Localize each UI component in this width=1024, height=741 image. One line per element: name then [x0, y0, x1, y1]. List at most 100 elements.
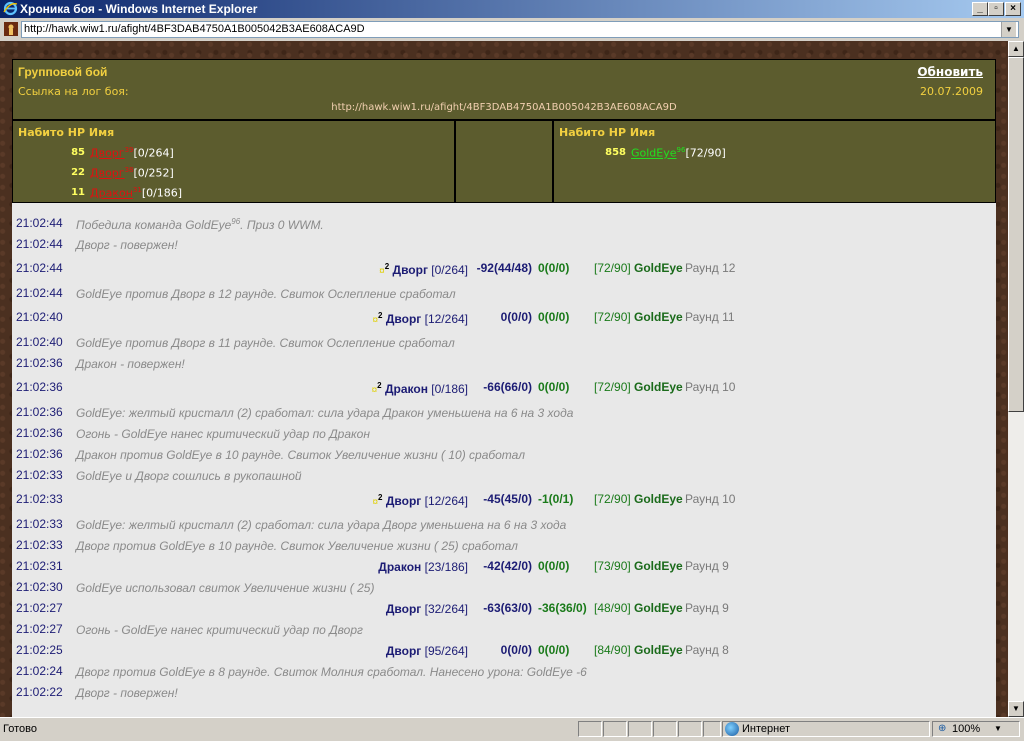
log-row: 21:02:33 Дворг против GoldEye в 10 раунде… [12, 535, 996, 555]
log-message: Дракон - повержен! [76, 357, 185, 371]
battle-type-title: Групповой бой [18, 65, 108, 79]
scroll-up-icon[interactable]: ▲ [1008, 41, 1024, 57]
attacker-name: Дворг [385, 312, 422, 326]
scroll-down-icon[interactable]: ▼ [1008, 701, 1024, 717]
crystal-count: 2 [378, 493, 383, 502]
teams-section: Набито НР Имя 85 Дворг39[0/264] 22 Дворг… [12, 120, 996, 203]
address-url-text: http://hawk.wiw1.ru/afight/4BF3DAB4750A1… [24, 23, 365, 35]
member-name-link[interactable]: Дворг [90, 167, 125, 180]
scroll-thumb[interactable] [1008, 57, 1024, 412]
member-info: Дворг38[0/252] [90, 166, 174, 180]
crystal-count: 2 [384, 262, 390, 271]
member-damage: 22 [71, 167, 85, 178]
team-divider [455, 120, 553, 203]
log-message: GoldEye против Дворг в 12 раунде. Свиток… [76, 287, 456, 301]
log-link-label: Ссылка на лог боя: [18, 85, 129, 98]
log-time: 21:02:25 [16, 643, 63, 657]
member-level: 38 [124, 166, 134, 174]
log-message-text: Огонь - GoldEye нанес критический удар п… [76, 427, 370, 441]
log-message-text: GoldEye: желтый кристалл (2) сработал: с… [76, 406, 574, 420]
log-time: 21:02:36 [16, 447, 63, 461]
attacker-name: Дворг [385, 644, 422, 658]
status-cell [603, 721, 627, 737]
refresh-link[interactable]: Обновить [917, 65, 983, 79]
log-message-text: Дворг - повержен! [76, 686, 178, 700]
zoom-dropdown-icon[interactable]: ▼ [994, 724, 1002, 733]
log-message: Дворг против GoldEye в 10 раунде. Свиток… [76, 539, 518, 553]
log-row: 21:02:30 GoldEye использовал свиток Увели… [12, 577, 996, 597]
defender-name: GoldEye [634, 559, 683, 573]
address-dropdown-icon[interactable]: ▼ [1001, 22, 1016, 37]
defender-name: GoldEye [634, 380, 683, 394]
address-input[interactable]: http://hawk.wiw1.ru/afight/4BF3DAB4750A1… [21, 21, 1019, 38]
log-url[interactable]: http://hawk.wiw1.ru/afight/4BF3DAB4750A1… [13, 102, 995, 113]
log-time: 21:02:44 [16, 216, 63, 230]
zoom-level[interactable]: 100% [952, 723, 980, 735]
log-row: 21:02:36 Огонь - GoldEye нанес критически… [12, 423, 996, 443]
crystal-count: 2 [377, 381, 382, 390]
log-message: Дворг - повержен! [76, 686, 178, 700]
attacker-damage: -92(44/48) [476, 261, 532, 275]
crystal-count: 2 [378, 311, 383, 320]
member-damage: 858 [605, 147, 626, 158]
attacker-damage: 0(0/0) [500, 643, 532, 657]
round-label: Раунд 8 [685, 643, 729, 657]
log-row: 21:02:44 GoldEye против Дворг в 12 раунде… [12, 283, 996, 303]
team-right: Набито НР Имя 858 GoldEye96[72/90] [553, 120, 996, 203]
member-name-link[interactable]: Дракон [90, 187, 133, 200]
log-message-text: Дворг - повержен! [76, 238, 178, 252]
log-row: 21:02:40 ¤2 Дворг [12/264] 0(0/0) 0(0/0) [72… [12, 307, 996, 327]
defender-damage: -1(0/1) [538, 492, 574, 506]
log-message: GoldEye: желтый кристалл (2) сработал: с… [76, 518, 566, 532]
log-time: 21:02:36 [16, 380, 63, 394]
member-level: 31 [132, 186, 142, 194]
log-message-text: GoldEye использовал свиток Увеличение жи… [76, 581, 375, 595]
log-row: 21:02:33 ¤2 Дворг [12/264] -45(45/0) -1(0/1… [12, 489, 996, 509]
log-message: GoldEye против Дворг в 11 раунде. Свиток… [76, 336, 455, 350]
close-button[interactable]: × [1005, 2, 1021, 16]
team-right-header: Набито НР Имя [559, 126, 655, 139]
maximize-button[interactable]: ▫ [988, 2, 1004, 16]
defender-name: GoldEye [634, 601, 683, 615]
log-time: 21:02:44 [16, 237, 63, 251]
battle-header-panel: Групповой бой Обновить Ссылка на лог боя… [12, 59, 996, 120]
minimize-button[interactable]: _ [972, 2, 988, 16]
round-label: Раунд 9 [685, 601, 729, 615]
member-level: 39 [124, 146, 134, 154]
col-name-label: Имя [629, 126, 656, 139]
battle-date: 20.07.2009 [920, 85, 983, 98]
log-message: Дворг против GoldEye в 8 раунде. Свиток … [76, 665, 587, 679]
defender-damage: -36(36/0) [538, 601, 587, 615]
internet-zone-globe-icon [725, 722, 739, 736]
defender-hp: [72/90] [594, 492, 631, 506]
col-name-label: Имя [88, 126, 115, 139]
log-time: 21:02:33 [16, 492, 63, 506]
log-time: 21:02:36 [16, 426, 63, 440]
attacker-damage: -63(63/0) [483, 601, 532, 615]
defender-hp: [72/90] [594, 261, 631, 275]
defender-name: GoldEye [634, 643, 683, 657]
log-message: GoldEye использовал свиток Увеличение жи… [76, 581, 374, 595]
log-message-text: Дракон против GoldEye в 10 раунде. Свито… [76, 448, 525, 462]
member-name-link[interactable]: GoldEye [631, 147, 677, 160]
log-message-text: GoldEye против Дворг в 11 раунде. Свиток… [76, 336, 455, 350]
status-cell [703, 721, 721, 737]
zoom-magnifier-icon: ⊕ [938, 723, 947, 734]
log-message-text: Дворг против GoldEye в 10 раунде. Свиток… [76, 539, 518, 553]
round-label: Раунд 10 [685, 380, 736, 394]
vertical-scrollbar[interactable]: ▲ ▼ [1008, 41, 1024, 717]
status-bar: Готово Интернет ⊕ 100% ▼ [0, 717, 1024, 741]
status-text: Готово [3, 723, 37, 735]
log-time: 21:02:33 [16, 468, 63, 482]
log-time: 21:02:44 [16, 261, 63, 275]
member-hp: [0/264] [133, 146, 174, 160]
member-name-link[interactable]: Дворг [90, 147, 125, 160]
status-cell [628, 721, 652, 737]
status-cell [653, 721, 677, 737]
member-hp: [72/90] [685, 146, 726, 160]
log-row: 21:02:33 GoldEye: желтый кристалл (2) сра… [12, 514, 996, 534]
defender-damage: 0(0/0) [538, 380, 570, 394]
col-damage-label: Набито НР [559, 126, 627, 139]
log-row: 21:02:22 Дворг - повержен! [12, 682, 996, 702]
log-row: 21:02:40 GoldEye против Дворг в 11 раунде… [12, 332, 996, 352]
